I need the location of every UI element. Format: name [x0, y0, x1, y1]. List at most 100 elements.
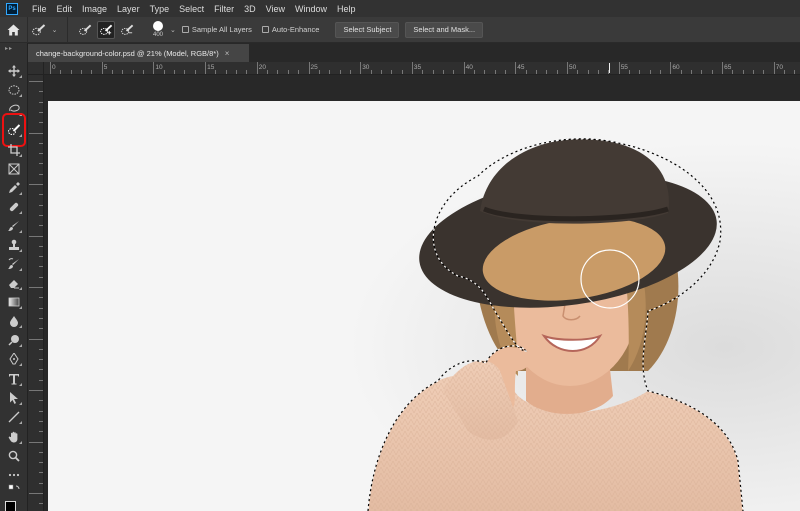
ruler-minor-tick — [39, 410, 43, 412]
ruler-major-tick — [29, 184, 43, 185]
ruler-minor-tick — [39, 245, 43, 247]
ruler-minor-tick — [453, 70, 455, 74]
ruler-minor-tick — [122, 70, 124, 74]
ruler-minor-tick — [81, 70, 83, 74]
menu-layer[interactable]: Layer — [112, 4, 145, 14]
menu-filter[interactable]: Filter — [209, 4, 239, 14]
frame-tool[interactable] — [5, 161, 23, 177]
ruler-label: 5 — [103, 64, 108, 71]
ruler-minor-tick — [194, 70, 196, 74]
more-tools-icon — [8, 473, 20, 477]
document-tab-title: change-background-color.psd @ 21% (Model… — [36, 48, 219, 58]
selection-mode-group — [68, 20, 144, 39]
auto-enhance-checkbox[interactable]: Auto-Enhance — [261, 25, 319, 34]
elliptical-marquee-tool[interactable] — [5, 82, 23, 98]
menu-3d[interactable]: 3D — [239, 4, 261, 14]
line-tool[interactable] — [5, 409, 23, 425]
ruler-minor-tick — [132, 70, 134, 74]
menu-image[interactable]: Image — [77, 4, 112, 14]
ruler-minor-tick — [556, 70, 558, 74]
brush-chevron-down-icon[interactable]: ⌄ — [170, 26, 176, 34]
close-icon[interactable]: × — [225, 49, 230, 58]
healing-brush-tool[interactable] — [5, 199, 23, 215]
zoom-tool[interactable] — [5, 448, 23, 464]
brush-tool[interactable] — [5, 218, 23, 234]
ruler-major-tick — [29, 287, 43, 288]
add-to-selection-button[interactable] — [97, 20, 115, 39]
photoshop-logo: Ps — [6, 2, 18, 15]
dodge-tool[interactable] — [5, 332, 23, 348]
menu-view[interactable]: View — [261, 4, 290, 14]
document-canvas[interactable] — [48, 101, 800, 511]
menu-select[interactable]: Select — [174, 4, 209, 14]
history-brush-tool[interactable] — [5, 256, 23, 272]
menu-window[interactable]: Window — [290, 4, 332, 14]
ruler-minor-tick — [763, 70, 765, 74]
gradient-tool[interactable] — [5, 294, 23, 310]
ruler-major-tick — [360, 62, 362, 74]
ruler-minor-tick — [236, 70, 238, 74]
document-tab[interactable]: change-background-color.psd @ 21% (Model… — [28, 44, 249, 62]
hand-tool[interactable] — [5, 429, 23, 445]
ruler-minor-tick — [39, 369, 43, 371]
path-selection-tool[interactable] — [5, 390, 23, 406]
tool-flyout-icon — [19, 211, 22, 214]
foreground-color-swatch[interactable] — [5, 501, 16, 511]
more-tools[interactable] — [5, 467, 23, 483]
tool-flyout-icon — [19, 287, 22, 290]
menu-file[interactable]: File — [27, 4, 52, 14]
ruler-minor-tick — [504, 70, 506, 74]
ruler-major-tick — [29, 390, 43, 391]
model-photo — [48, 101, 800, 511]
crop-tool[interactable] — [5, 142, 23, 158]
ruler-label: 0 — [52, 64, 56, 71]
tool-preset-picker[interactable]: ⌄ — [28, 16, 68, 43]
ruler-label: 45 — [517, 64, 525, 71]
default-colors-icon — [8, 484, 20, 490]
ruler-minor-tick — [246, 70, 248, 74]
tool-flyout-icon — [19, 154, 22, 157]
home-button[interactable] — [0, 16, 28, 43]
subtract-from-selection-icon — [120, 24, 133, 35]
eraser-tool[interactable] — [5, 275, 23, 291]
panel-collapse-icon[interactable]: ▸▸ — [5, 45, 13, 52]
select-subject-button[interactable]: Select Subject — [335, 21, 400, 38]
ruler-minor-tick — [39, 348, 43, 350]
document-workspace[interactable] — [44, 76, 800, 511]
move-tool[interactable] — [5, 63, 23, 79]
ruler-minor-tick — [39, 400, 43, 402]
new-selection-button[interactable] — [76, 21, 94, 39]
menu-help[interactable]: Help — [332, 4, 361, 14]
tool-flyout-icon — [19, 402, 22, 405]
subtract-from-selection-button[interactable] — [118, 21, 136, 39]
select-and-mask-button[interactable]: Select and Mask... — [405, 21, 484, 38]
menu-type[interactable]: Type — [145, 4, 175, 14]
tool-flyout-icon — [19, 325, 22, 328]
ruler-minor-tick — [39, 503, 43, 505]
blur-tool[interactable] — [5, 313, 23, 329]
ruler-minor-tick — [174, 70, 176, 74]
ruler-minor-tick — [680, 70, 682, 74]
ruler-minor-tick — [39, 194, 43, 196]
ruler-minor-tick — [143, 70, 145, 74]
new-selection-icon — [78, 24, 91, 35]
eyedropper-tool[interactable] — [5, 180, 23, 196]
pen-tool[interactable] — [5, 351, 23, 367]
ruler-minor-tick — [691, 70, 693, 74]
ruler-minor-tick — [349, 70, 351, 74]
ruler-major-tick — [722, 62, 724, 74]
swap-colors[interactable] — [5, 484, 23, 496]
ruler-minor-tick — [742, 70, 744, 74]
ruler-minor-tick — [39, 101, 43, 103]
ruler-minor-tick — [39, 379, 43, 381]
ruler-minor-tick — [318, 70, 320, 74]
brush-size-picker[interactable]: 400 — [148, 21, 168, 38]
ruler-minor-tick — [329, 70, 331, 74]
menu-edit[interactable]: Edit — [52, 4, 78, 14]
ruler-major-tick — [29, 493, 43, 494]
ruler-minor-tick — [442, 70, 444, 74]
sample-all-layers-checkbox[interactable]: Sample All Layers — [181, 25, 252, 34]
ruler-label: 40 — [465, 64, 473, 71]
clone-stamp-tool[interactable] — [5, 237, 23, 253]
type-tool[interactable] — [5, 371, 23, 387]
